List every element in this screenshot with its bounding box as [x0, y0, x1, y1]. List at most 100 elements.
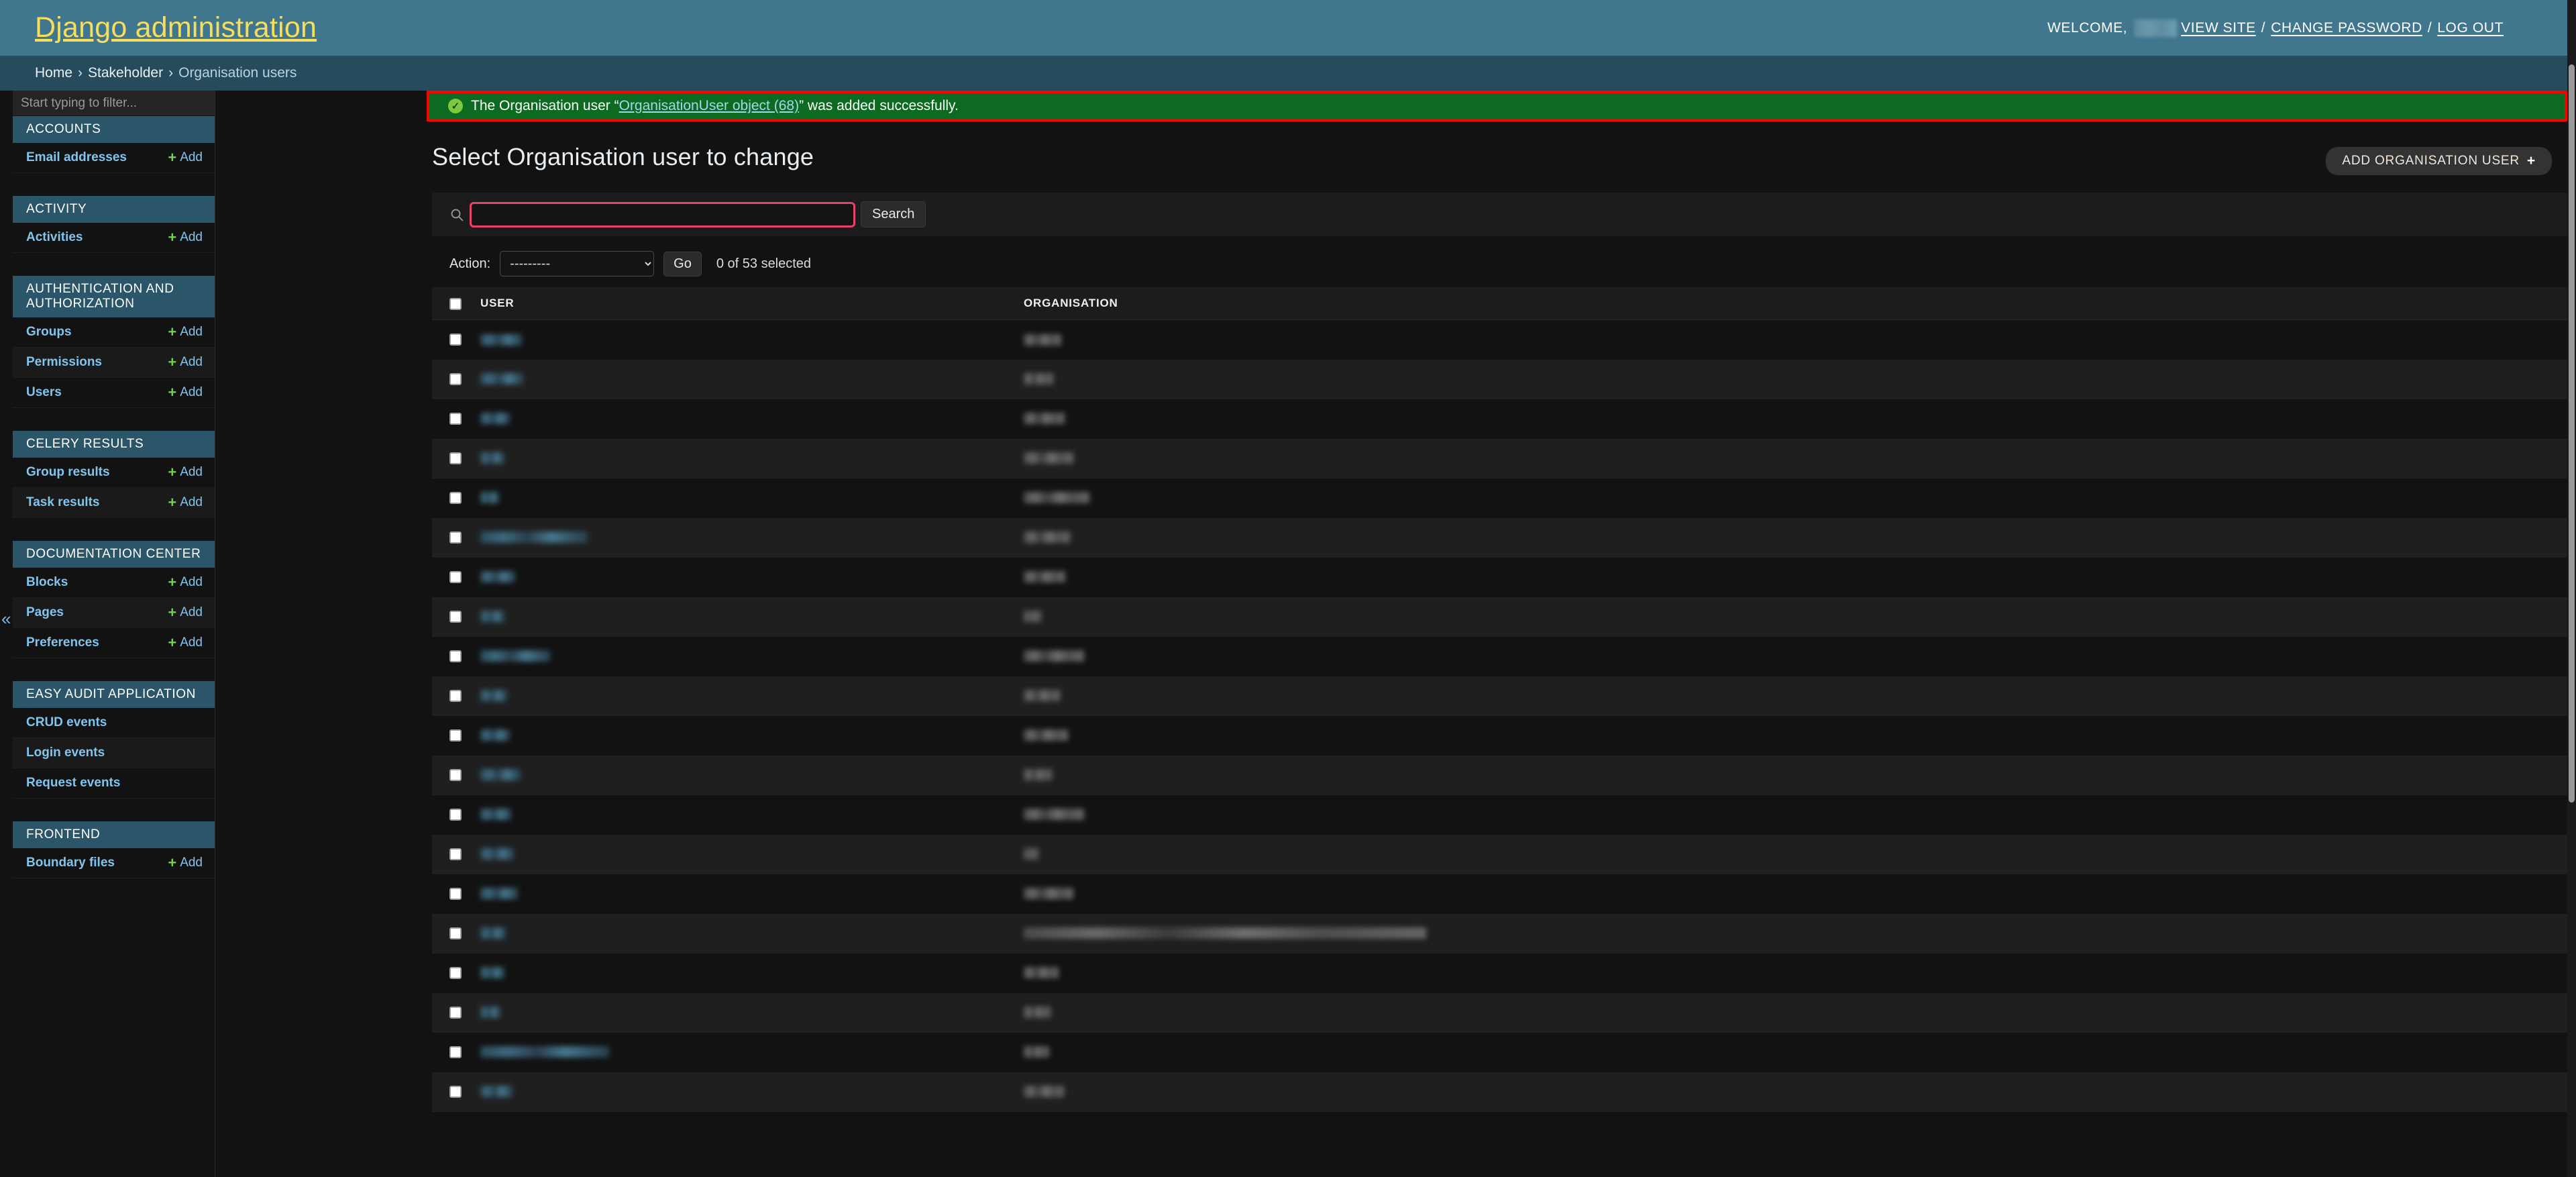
cell-user[interactable]: [480, 993, 1024, 1033]
sidebar-item-task-results[interactable]: Task results + Add: [13, 488, 215, 518]
cell-user[interactable]: [480, 795, 1024, 835]
row-select-checkbox[interactable]: [449, 610, 462, 623]
sidebar-add-link[interactable]: + Add: [168, 230, 203, 245]
action-go-button[interactable]: Go: [663, 251, 702, 276]
sidebar-add-link[interactable]: + Add: [168, 495, 203, 510]
table-row[interactable]: [432, 557, 2567, 597]
table-row[interactable]: [432, 715, 2567, 756]
sidebar-add-link[interactable]: + Add: [168, 575, 203, 590]
sidebar-item-label[interactable]: Group results: [26, 465, 110, 480]
sidebar-add-link[interactable]: + Add: [168, 325, 203, 340]
sidebar-item-label[interactable]: Preferences: [26, 635, 99, 650]
cell-user[interactable]: [480, 518, 1024, 558]
column-header-user[interactable]: USER: [480, 287, 1024, 320]
row-select-checkbox[interactable]: [449, 808, 462, 821]
table-row[interactable]: [432, 636, 2567, 676]
sidebar-item-crud-events[interactable]: CRUD events: [13, 708, 215, 738]
sidebar-item-label[interactable]: Request events: [26, 776, 120, 790]
sidebar-item-groups[interactable]: Groups + Add: [13, 317, 215, 348]
table-row[interactable]: [432, 834, 2567, 874]
sidebar-item-label[interactable]: Users: [26, 385, 62, 400]
sidebar-item-group-results[interactable]: Group results + Add: [13, 458, 215, 488]
sidebar-add-link[interactable]: + Add: [168, 605, 203, 620]
row-select-checkbox[interactable]: [449, 848, 462, 860]
sidebar-add-link[interactable]: + Add: [168, 355, 203, 370]
sidebar-item-users[interactable]: Users + Add: [13, 378, 215, 408]
sidebar-item-request-events[interactable]: Request events: [13, 768, 215, 799]
sidebar-item-pages[interactable]: Pages + Add: [13, 598, 215, 628]
table-row[interactable]: [432, 913, 2567, 954]
sidebar-item-label[interactable]: Groups: [26, 325, 72, 340]
sidebar-item-label[interactable]: Email addresses: [26, 150, 127, 165]
row-select-checkbox[interactable]: [449, 531, 462, 544]
sidebar-add-link[interactable]: + Add: [168, 635, 203, 650]
table-row[interactable]: [432, 359, 2567, 399]
sidebar-item-email-addresses[interactable]: Email addresses + Add: [13, 143, 215, 173]
sidebar-add-link[interactable]: + Add: [168, 465, 203, 480]
sidebar-add-link[interactable]: + Add: [168, 856, 203, 870]
row-select-checkbox[interactable]: [449, 1045, 462, 1058]
cell-user[interactable]: [480, 1033, 1024, 1072]
table-row[interactable]: [432, 438, 2567, 478]
breadcrumb-home[interactable]: Home: [35, 65, 72, 81]
table-row[interactable]: [432, 755, 2567, 795]
select-all-checkbox[interactable]: [449, 297, 462, 310]
search-button[interactable]: Search: [861, 201, 926, 227]
sidebar-collapse-toggle-icon[interactable]: «: [1, 610, 11, 627]
row-select-checkbox[interactable]: [449, 334, 462, 346]
table-row[interactable]: [432, 1032, 2567, 1072]
change-password-link[interactable]: CHANGE PASSWORD: [2271, 20, 2422, 36]
row-select-checkbox[interactable]: [449, 927, 462, 939]
table-row[interactable]: [432, 399, 2567, 439]
row-select-checkbox[interactable]: [449, 1085, 462, 1098]
table-row[interactable]: [432, 953, 2567, 993]
sidebar-item-label[interactable]: Login events: [26, 746, 105, 760]
sidebar-item-activities[interactable]: Activities + Add: [13, 223, 215, 253]
table-row[interactable]: [432, 874, 2567, 914]
sidebar-item-login-events[interactable]: Login events: [13, 738, 215, 768]
table-row[interactable]: [432, 319, 2567, 360]
table-row[interactable]: [432, 597, 2567, 637]
row-select-checkbox[interactable]: [449, 887, 462, 900]
cell-user[interactable]: [480, 1072, 1024, 1112]
table-row[interactable]: [432, 795, 2567, 835]
cell-user[interactable]: [480, 835, 1024, 874]
sidebar-item-label[interactable]: CRUD events: [26, 715, 107, 730]
cell-user[interactable]: [480, 399, 1024, 439]
search-input[interactable]: [470, 201, 855, 227]
row-select-checkbox[interactable]: [449, 650, 462, 662]
row-select-checkbox[interactable]: [449, 491, 462, 504]
sidebar-item-boundary-files[interactable]: Boundary files + Add: [13, 848, 215, 878]
cell-user[interactable]: [480, 716, 1024, 756]
table-row[interactable]: [432, 517, 2567, 558]
cell-user[interactable]: [480, 558, 1024, 597]
row-select-checkbox[interactable]: [449, 372, 462, 385]
message-object-link[interactable]: OrganisationUser object (68): [619, 98, 799, 114]
sidebar-item-label[interactable]: Activities: [26, 230, 83, 245]
page-scrollbar[interactable]: [2567, 0, 2576, 1177]
cell-user[interactable]: [480, 597, 1024, 637]
site-title[interactable]: Django administration: [35, 11, 317, 44]
sidebar-item-preferences[interactable]: Preferences + Add: [13, 628, 215, 658]
table-row[interactable]: [432, 1072, 2567, 1112]
breadcrumb-app[interactable]: Stakeholder: [88, 65, 163, 81]
row-select-checkbox[interactable]: [449, 1006, 462, 1019]
view-site-link[interactable]: VIEW SITE: [2181, 20, 2256, 36]
cell-user[interactable]: [480, 439, 1024, 478]
sidebar-item-blocks[interactable]: Blocks + Add: [13, 568, 215, 598]
row-select-checkbox[interactable]: [449, 570, 462, 583]
row-select-checkbox[interactable]: [449, 729, 462, 741]
row-select-checkbox[interactable]: [449, 768, 462, 781]
table-row[interactable]: [432, 676, 2567, 716]
sidebar-item-permissions[interactable]: Permissions + Add: [13, 348, 215, 378]
log-out-link[interactable]: LOG OUT: [2437, 20, 2504, 36]
row-select-checkbox[interactable]: [449, 412, 462, 425]
action-select[interactable]: ---------Delete selected Organisation us…: [500, 251, 655, 276]
column-header-organisation[interactable]: ORGANISATION: [1024, 287, 2567, 320]
row-select-checkbox[interactable]: [449, 966, 462, 979]
page-scrollbar-thumb[interactable]: [2569, 64, 2575, 803]
cell-user[interactable]: [480, 360, 1024, 399]
add-organisation-user-button[interactable]: ADD ORGANISATION USER +: [2326, 147, 2552, 175]
cell-user[interactable]: [480, 874, 1024, 914]
row-select-checkbox[interactable]: [449, 452, 462, 464]
